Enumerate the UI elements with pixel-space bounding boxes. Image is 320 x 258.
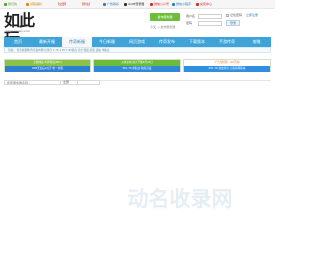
promo-box-right: 广告位招租 · QQ咨询 PK1.76 热血传奇·无限高爆版本 — [183, 59, 271, 72]
login-panel: 发布服务器 用户名 密码 记住密码 立即注册 登录 今天 → 发布服务器 — [150, 13, 272, 35]
topbar-link-2[interactable]: 【全部】 — [56, 1, 68, 7]
top-bar: 我们的 领取福利 【全部】 【所在】 广告联系 GOM登录器 微信公众号 微信小… — [0, 0, 275, 9]
nav-latest[interactable]: 最新开服 — [32, 37, 62, 47]
nav-publish[interactable]: 传奇发布 — [152, 37, 182, 47]
promo-right-row-1[interactable]: PK1.76 热血传奇·无限高爆版本 — [184, 66, 270, 72]
topbar-link-5[interactable]: GOM登录器 — [124, 1, 144, 7]
login-button[interactable]: 登录 — [226, 20, 240, 26]
promo-box-left: 无敌神兵·炎黄传说(PK1) RP8天仙后0点开·唯一新服 — [4, 59, 91, 72]
topbar-link-3[interactable]: 【所在】 — [80, 1, 92, 7]
site-logo[interactable]: 如此玩 www.rucws.com — [4, 12, 48, 48]
subnav-links[interactable]: 导航： 传奇新服网 传奇发布网 红传奇 1.76 1.95 1.80复古 合击 … — [8, 49, 110, 52]
password-field[interactable] — [198, 21, 222, 26]
promo-box-middle: 火拼龙城·盛大开服4月29日 PK1.76 单职业·独家首发 — [93, 59, 181, 72]
watermark-logo: 动名收录网 — [128, 187, 233, 211]
nav-mobile[interactable]: 手游传奇 — [212, 37, 242, 47]
nav-download[interactable]: 下载版本 — [182, 37, 212, 47]
nav-home[interactable]: 首页 — [4, 37, 32, 47]
recharge-icon — [196, 2, 199, 6]
nav-new-servers[interactable]: 传奇新服 — [62, 37, 92, 47]
topbar-link-0[interactable]: 我们的 — [4, 1, 17, 7]
mini-program-icon — [172, 2, 175, 6]
download-icon — [124, 2, 127, 6]
topbar-link-8[interactable]: 充值中心 — [196, 1, 212, 7]
ad-icon — [103, 2, 106, 6]
login-hint: 今天 → 发布服务器 — [150, 25, 176, 29]
remember-label: 记住密码 — [230, 13, 243, 17]
gift-icon — [26, 2, 29, 6]
filter-select[interactable]: 全部 — [60, 80, 78, 85]
main-nav: 首页 最新开服 传奇新服 今日新服 网页游戏 传奇发布 下载版本 手游传奇 攻略 — [4, 37, 271, 47]
username-field[interactable] — [198, 14, 222, 19]
register-link[interactable]: 立即注册 — [246, 13, 258, 17]
nav-today[interactable]: 今日新服 — [92, 37, 122, 47]
topbar-link-1[interactable]: 领取福利 — [26, 1, 42, 7]
username-label: 用户名 — [186, 14, 196, 18]
home-icon — [4, 2, 7, 6]
nav-guides[interactable]: 攻略 — [242, 37, 271, 47]
password-label: 密码 — [186, 21, 193, 25]
topbar-link-6[interactable]: 微信公众号 — [150, 1, 169, 7]
publish-server-button[interactable]: 发布服务器 — [150, 13, 180, 21]
server-search-input[interactable] — [4, 80, 100, 85]
remember-checkbox[interactable] — [226, 14, 229, 17]
logo-tagline: www.rucws.com — [6, 29, 31, 33]
sub-nav: 导航： 传奇新服网 传奇发布网 红传奇 1.76 1.95 1.80复古 合击 … — [4, 47, 271, 53]
promo-middle-row-1[interactable]: PK1.76 单职业·独家首发 — [94, 66, 180, 72]
watermark-text: 动名收录网 — [128, 187, 233, 211]
wechat-icon — [150, 2, 153, 6]
topbar-link-4[interactable]: 广告联系 — [103, 1, 119, 7]
promo-left-row-1[interactable]: RP8天仙后0点开·唯一新服 — [5, 66, 90, 72]
nav-web-games[interactable]: 网页游戏 — [122, 37, 152, 47]
topbar-link-7[interactable]: 微信小程序 — [172, 1, 191, 7]
